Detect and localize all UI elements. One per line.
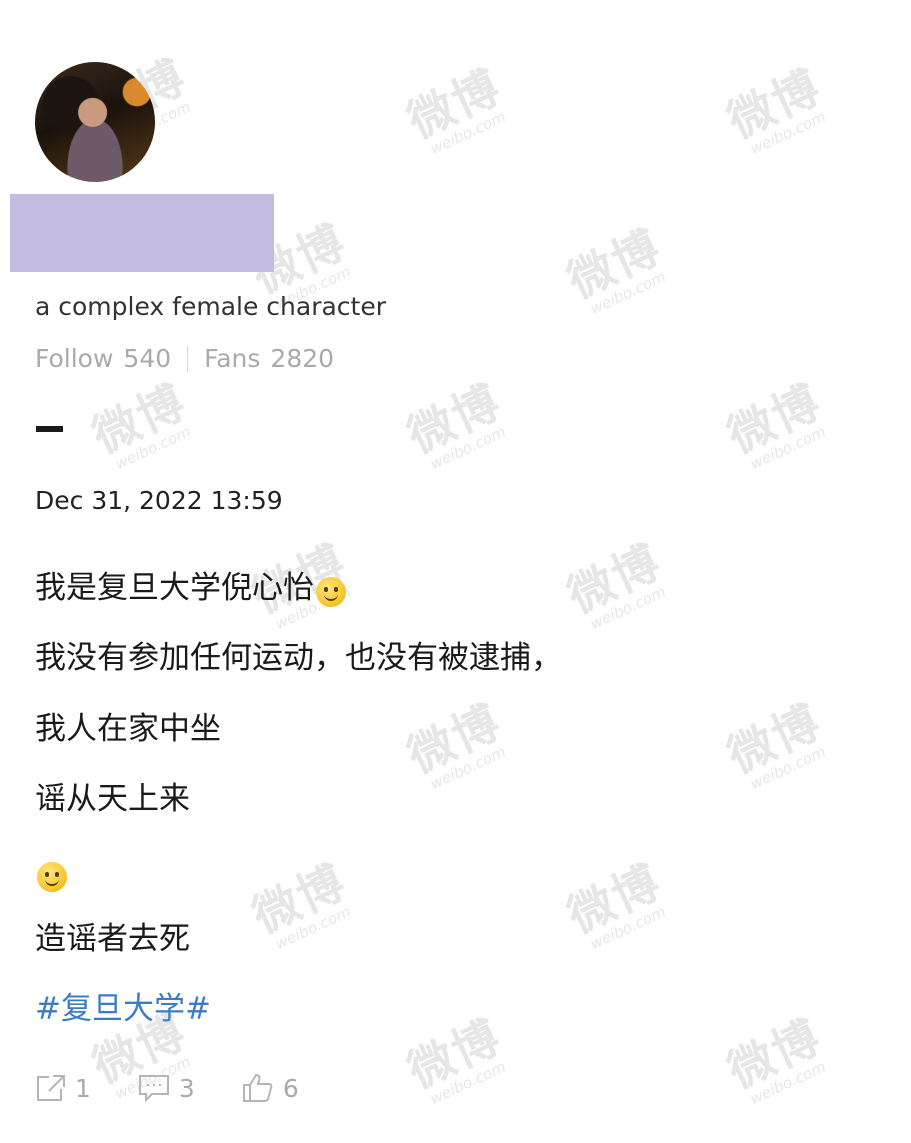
repost-button[interactable]: 1 bbox=[35, 1073, 91, 1103]
like-icon bbox=[241, 1072, 275, 1104]
follow-count: 540 bbox=[123, 344, 172, 373]
post-actions: 1 3 6 bbox=[35, 1072, 345, 1104]
fans-count: 2820 bbox=[270, 344, 335, 373]
fans-label: Fans bbox=[204, 344, 261, 373]
post-line-text: 我人在家中坐 bbox=[35, 711, 221, 747]
stats-divider bbox=[187, 345, 189, 372]
section-divider bbox=[36, 426, 63, 432]
post-line: 我人在家中坐 bbox=[35, 703, 221, 748]
comment-icon bbox=[137, 1073, 171, 1103]
comment-button[interactable]: 3 bbox=[137, 1073, 195, 1103]
follow-stat[interactable]: Follow 540 bbox=[35, 344, 171, 373]
smile-emoji-icon bbox=[316, 576, 346, 607]
hashtag-link[interactable]: #复旦大学# bbox=[35, 983, 211, 1028]
post-timestamp: Dec 31, 2022 13:59 bbox=[35, 486, 283, 515]
smile-emoji-icon bbox=[37, 862, 67, 892]
post-line-text: 造谣者去死 bbox=[35, 921, 190, 957]
post-line-text: 我没有参加任何运动，也没有被逮捕， bbox=[35, 640, 562, 676]
post-line: 我是复旦大学倪心怡 bbox=[35, 562, 346, 607]
profile-stats: Follow 540 Fans 2820 bbox=[35, 344, 334, 373]
post-line-text: 谣从天上来 bbox=[35, 781, 190, 817]
weibo-post-card: a complex female character Follow 540 Fan… bbox=[0, 0, 911, 1143]
follow-label: Follow bbox=[35, 344, 114, 373]
like-count: 6 bbox=[282, 1073, 299, 1103]
avatar[interactable] bbox=[35, 62, 155, 182]
profile-bio: a complex female character bbox=[35, 292, 387, 321]
post-line-text: 我是复旦大学倪心怡 bbox=[35, 570, 314, 606]
comment-count: 3 bbox=[178, 1073, 195, 1103]
username-redaction bbox=[10, 194, 274, 272]
post-line: 造谣者去死 bbox=[35, 913, 190, 958]
post-line: 我没有参加任何运动，也没有被逮捕， bbox=[35, 632, 562, 677]
repost-count: 1 bbox=[75, 1073, 91, 1103]
repost-icon bbox=[35, 1073, 67, 1103]
post-line: 谣从天上来 bbox=[35, 773, 190, 818]
like-button[interactable]: 6 bbox=[241, 1072, 299, 1104]
fans-stat[interactable]: Fans 2820 bbox=[204, 344, 334, 373]
